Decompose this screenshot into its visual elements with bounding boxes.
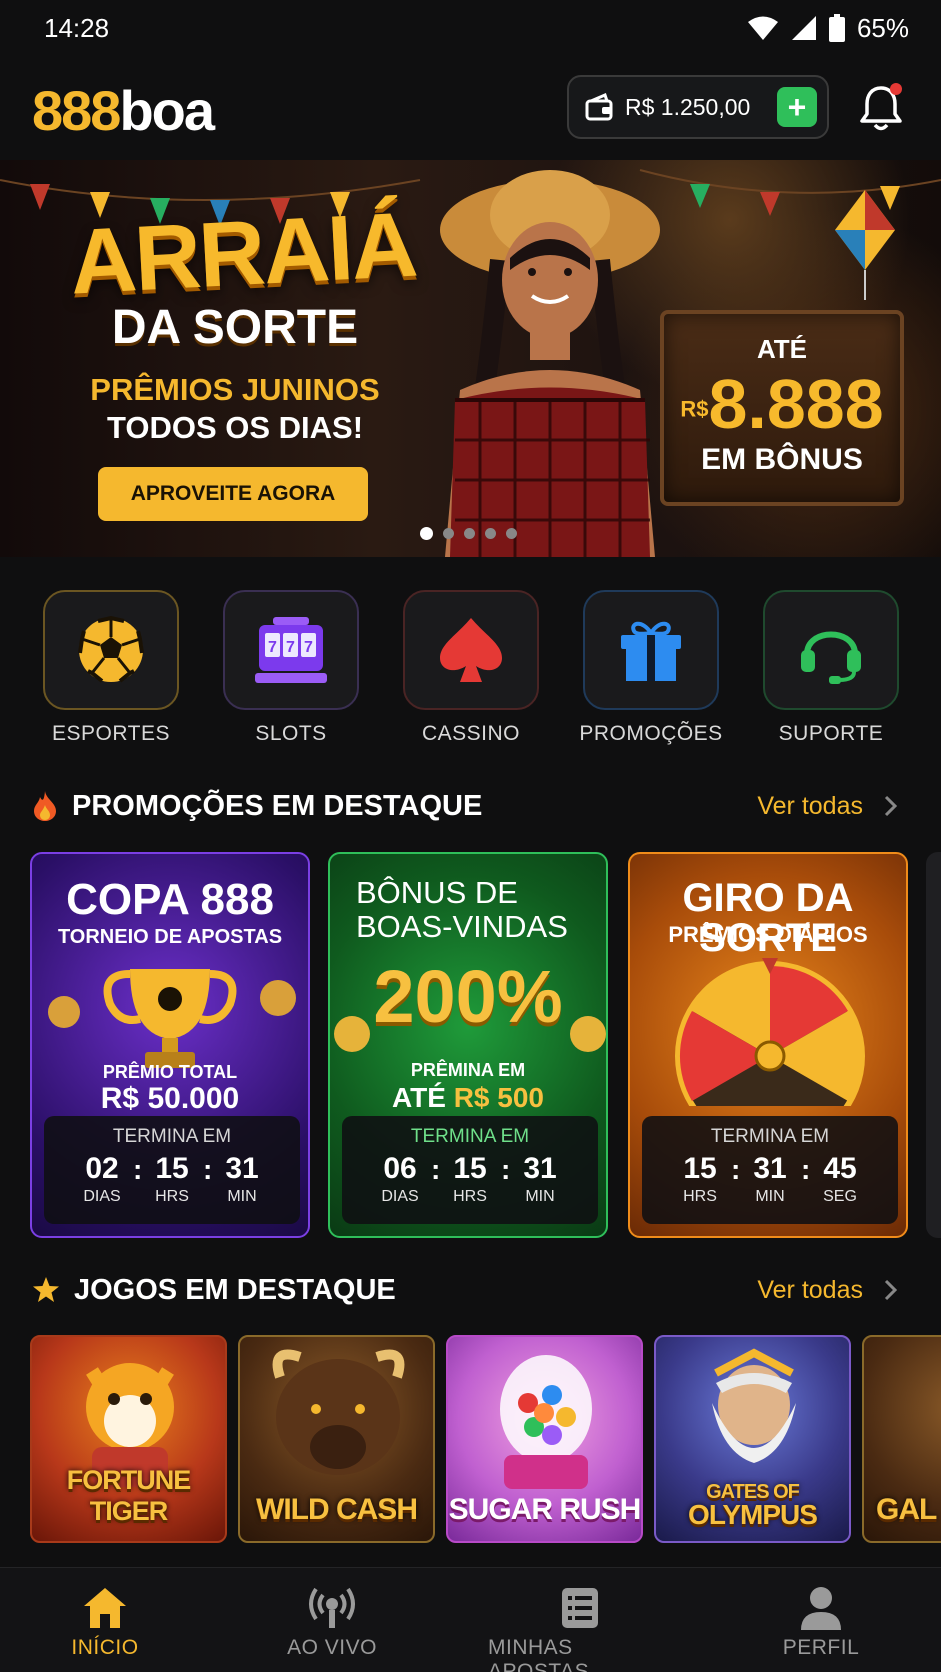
home-icon [84, 1588, 126, 1628]
status-bar: 14:28 65% [0, 0, 941, 56]
carousel-dot[interactable] [485, 528, 496, 539]
banner-cta-button[interactable]: APROVEITE AGORA [98, 467, 368, 521]
wallet-icon [585, 93, 613, 121]
gumball-machine-art [500, 1355, 592, 1489]
bottom-nav: INÍCIO AO VIVO MINHAS APOSTAS PERFIL [0, 1567, 941, 1672]
bonus-amount: R$8.888 [680, 365, 884, 443]
see-all-games-link[interactable]: Ver todas [757, 1276, 897, 1305]
chevron-right-icon [884, 1279, 897, 1301]
coin-icon [334, 1016, 370, 1052]
nav-perfil[interactable]: PERFIL [776, 1586, 866, 1660]
promo-cards: COPA 888 TORNEIO DE APOSTAS PRÊMIO TOTAL… [30, 852, 941, 1240]
fire-icon [34, 791, 56, 821]
banner-line-1: PRÊMIOS JUNINOS [90, 372, 380, 407]
coin-icon [570, 1016, 606, 1052]
promo-card-boas-vindas[interactable]: BÔNUS DE BOAS-VINDAS 200% PRÊMINA EM ATÉ… [328, 852, 608, 1238]
bison-character-art [272, 1349, 405, 1475]
category-esportes[interactable]: ESPORTES [38, 590, 184, 746]
promo-card-partial[interactable] [926, 852, 941, 1238]
bonus-board: ATÉ R$8.888 EM BÔNUS [660, 310, 904, 506]
live-broadcast-icon [309, 1587, 355, 1628]
game-card-partial[interactable]: GAL [862, 1335, 941, 1543]
promos-section-header: PROMOÇÕES EM DESTAQUE Ver todas [32, 786, 909, 826]
user-icon [801, 1587, 841, 1630]
countdown-timer: TERMINA EM 15 HRS : 31 MIN : 45 SEG [642, 1116, 898, 1224]
spade-icon [440, 618, 502, 682]
star-icon [33, 1277, 59, 1302]
category-cassino[interactable]: CASSINO [398, 590, 544, 746]
svg-text:7: 7 [268, 639, 277, 656]
signal-icon [791, 16, 816, 40]
battery-percent: 65% [856, 12, 909, 43]
prize-wheel-icon [675, 958, 865, 1106]
category-promocoes[interactable]: PROMOÇÕES [578, 590, 724, 746]
wallet-balance[interactable]: R$ 1.250,00 + [567, 75, 829, 139]
countdown-timer: TERMINA EM 06 DIAS : 15 HRS : 31 MIN [342, 1116, 598, 1224]
promo-card-giro[interactable]: GIRO DA SORTE PRÊMIOS DIÁRIOS TERMINA EM… [628, 852, 908, 1238]
soccer-ball-icon [78, 615, 144, 683]
svg-text:7: 7 [304, 639, 313, 656]
nav-inicio[interactable]: INÍCIO [60, 1586, 150, 1660]
balance-amount: R$ 1.250,00 [625, 93, 751, 120]
kite-decoration [835, 190, 895, 300]
carousel-dot[interactable] [420, 527, 433, 540]
games-section-header: JOGOS EM DESTAQUE Ver todas [32, 1270, 909, 1310]
logo[interactable]: 888boa [32, 78, 215, 143]
zeus-character-art [712, 1348, 796, 1463]
battery-icon [828, 14, 845, 42]
category-slots[interactable]: 7 7 7 SLOTS [218, 590, 364, 746]
svg-text:7: 7 [286, 639, 295, 656]
banner-title: ARRAIÁ [67, 193, 419, 314]
game-card-sugar-rush[interactable]: SUGAR RUSH [446, 1335, 643, 1543]
see-all-promos-link[interactable]: Ver todas [757, 792, 897, 821]
carousel-dot[interactable] [443, 528, 454, 539]
chevron-right-icon [884, 795, 897, 817]
section-title: PROMOÇÕES EM DESTAQUE [72, 789, 483, 822]
carousel-dots [420, 527, 517, 540]
carousel-dot[interactable] [464, 528, 475, 539]
nav-ao-vivo[interactable]: AO VIVO [282, 1586, 382, 1660]
coin-icon [260, 980, 296, 1016]
bell-icon [860, 83, 902, 131]
category-shortcuts: ESPORTES 7 7 7 SLOTS CASSINO PROMOÇÕES S… [38, 590, 904, 746]
coin-icon [48, 996, 80, 1028]
section-title: JOGOS EM DESTAQUE [74, 1273, 396, 1306]
status-icons: 65% [747, 13, 909, 44]
gift-icon [621, 621, 681, 681]
countdown-timer: TERMINA EM 02 DIAS : 15 HRS : 31 MIN [44, 1116, 300, 1224]
plus-icon: + [787, 89, 807, 125]
nav-minhas-apostas[interactable]: MINHAS APOSTAS [488, 1586, 672, 1672]
banner-character-illustration [440, 170, 660, 557]
game-card-fortune-tiger[interactable]: FORTUNE TIGER [30, 1335, 227, 1543]
notifications-button[interactable] [856, 80, 906, 134]
slot-machine-icon: 7 7 7 [255, 617, 327, 683]
wifi-icon [747, 16, 778, 40]
status-time: 14:28 [44, 12, 110, 43]
trophy-icon [103, 969, 237, 1068]
headset-icon [801, 631, 861, 684]
game-card-gates-of-olympus[interactable]: GATES OF OLYMPUS [654, 1335, 851, 1543]
category-suporte[interactable]: SUPORTE [758, 590, 904, 746]
promo-banner[interactable]: ARRAIÁ DA SORTE PRÊMIOS JUNINOS TODOS OS… [0, 160, 941, 557]
game-card-wild-cash[interactable]: WILD CASH [238, 1335, 435, 1543]
featured-games: FORTUNE TIGER WILD CASH SUGAR RUSH GATES… [30, 1335, 941, 1545]
deposit-button[interactable]: + [777, 87, 817, 127]
banner-line-2: TODOS OS DIAS! [106, 410, 364, 445]
carousel-dot[interactable] [506, 528, 517, 539]
banner-subtitle: DA SORTE [111, 301, 359, 354]
app-header: 888boa R$ 1.250,00 + [0, 60, 941, 160]
bet-list-icon [562, 1588, 598, 1628]
promo-card-copa[interactable]: COPA 888 TORNEIO DE APOSTAS PRÊMIO TOTAL… [30, 852, 310, 1238]
